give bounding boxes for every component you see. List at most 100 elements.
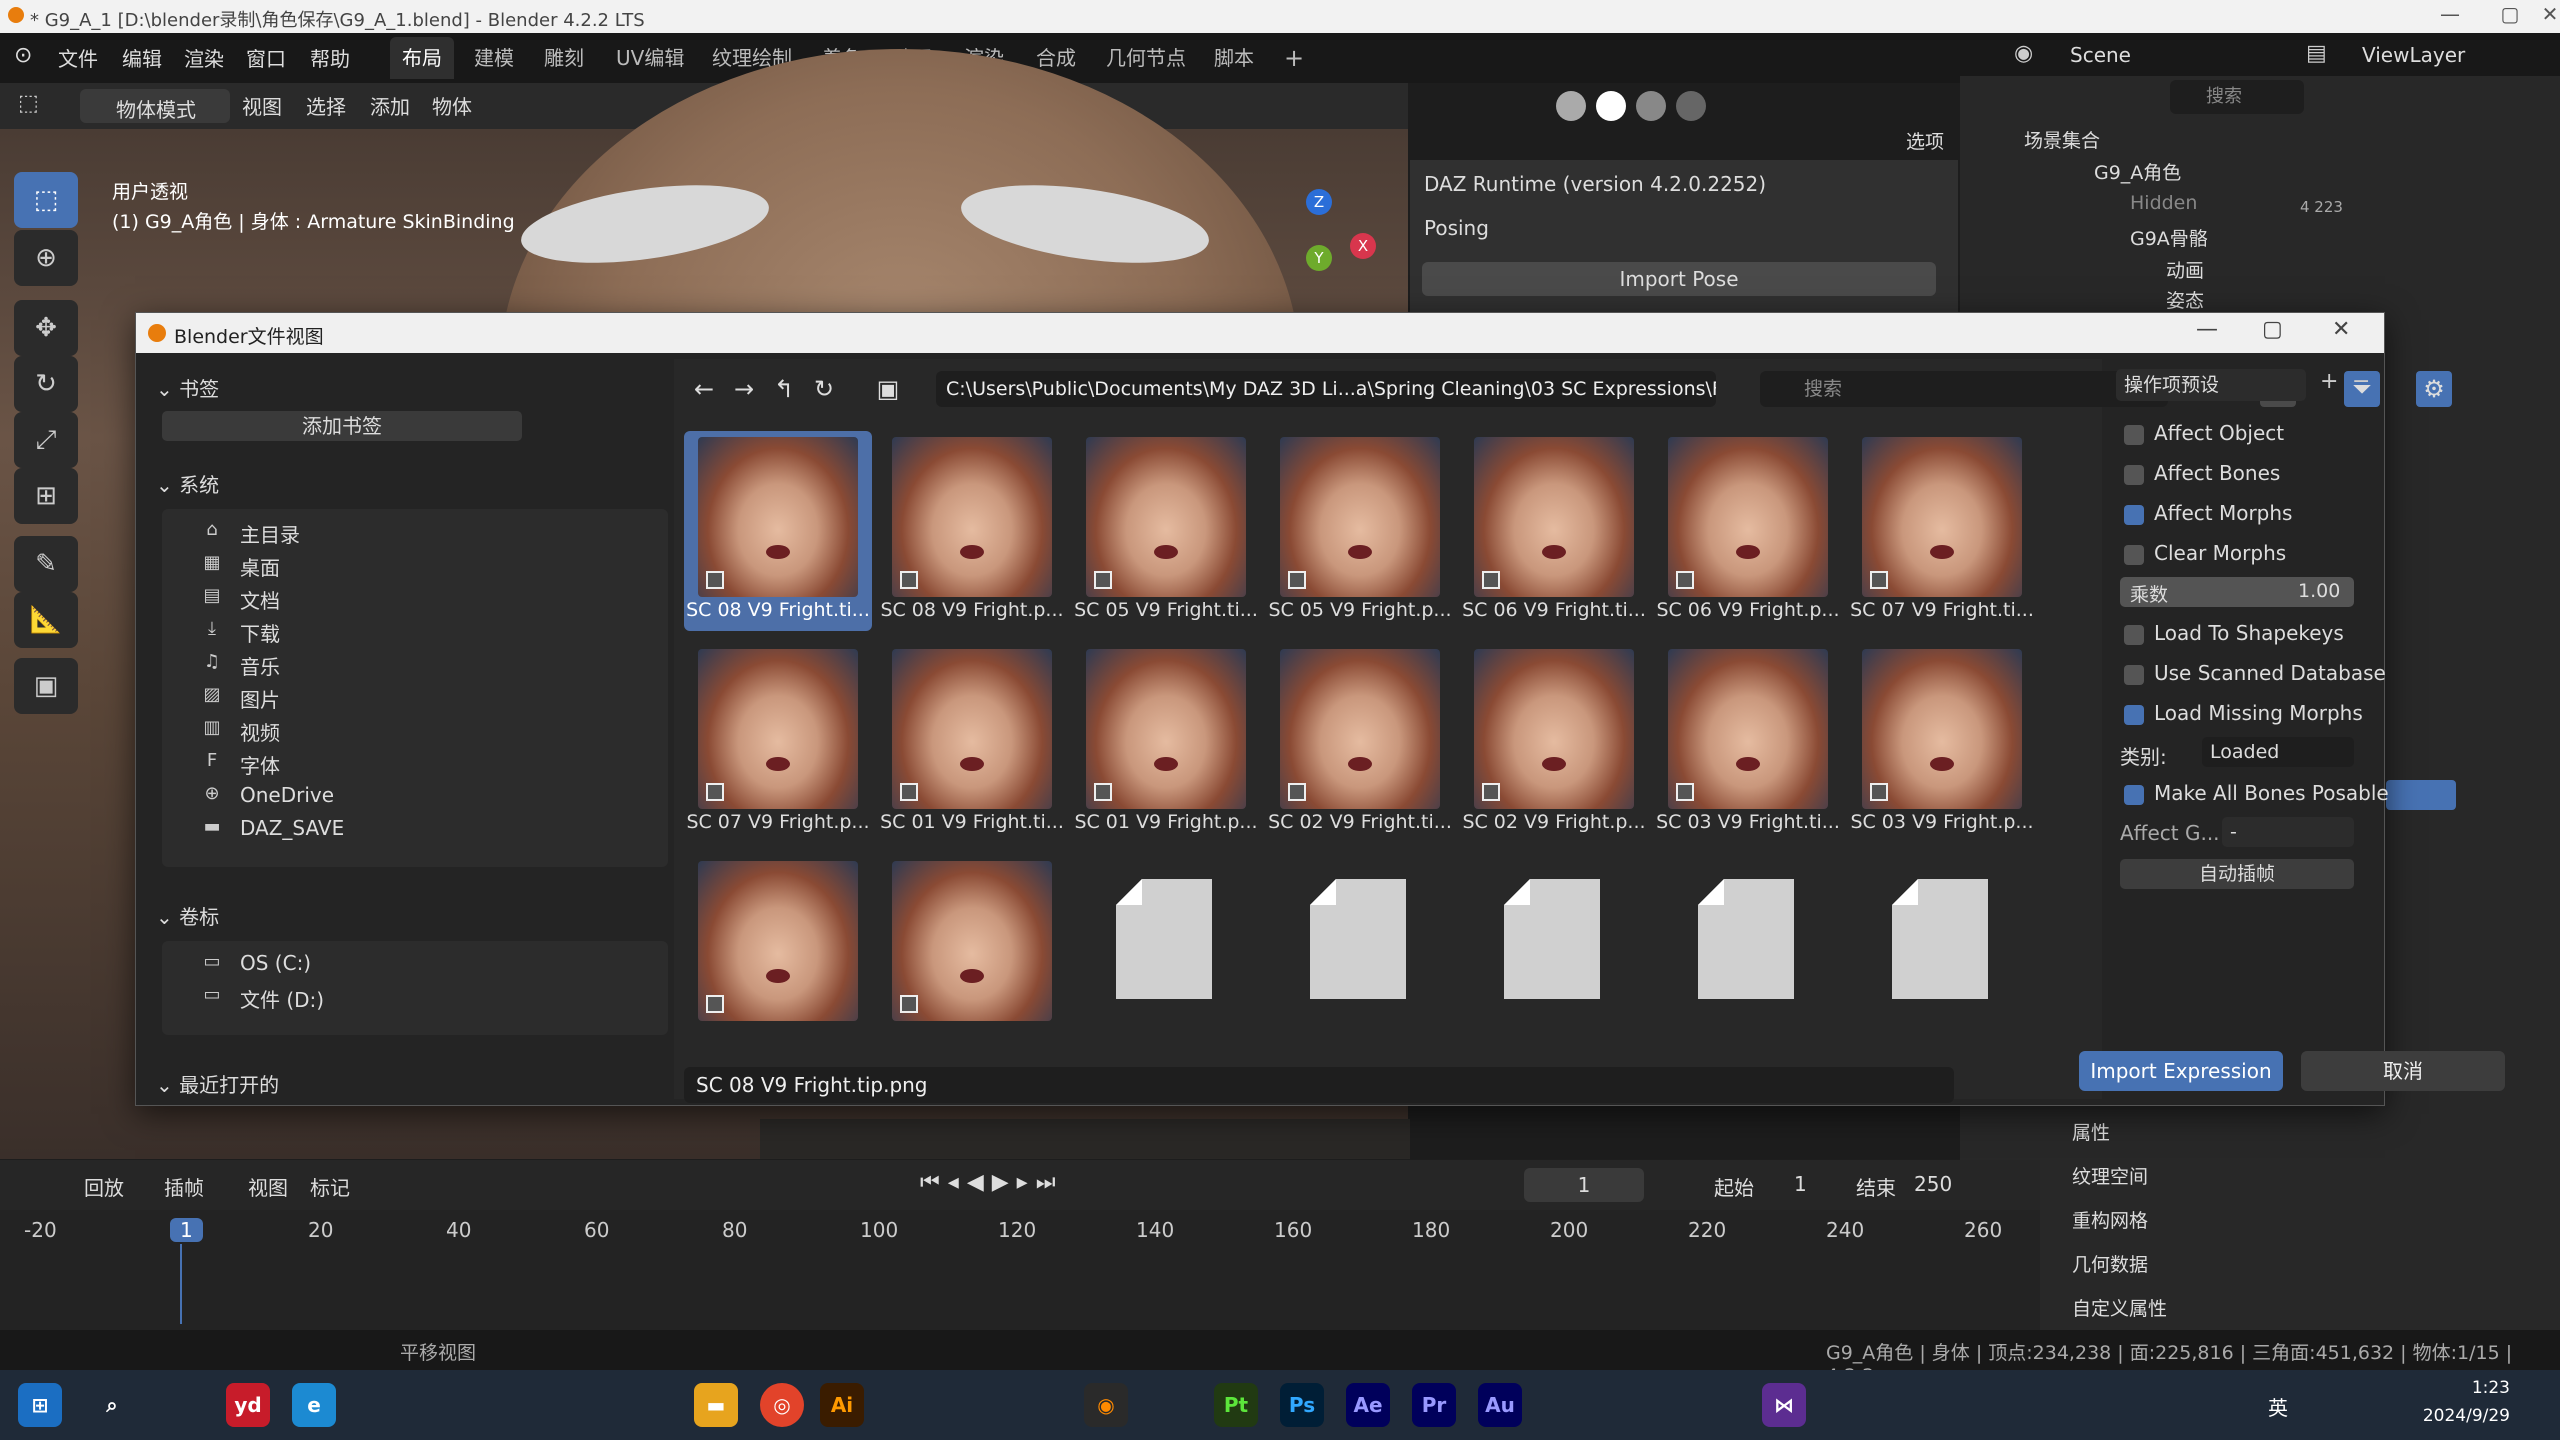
menu-edit[interactable]: 编辑 (122, 43, 162, 72)
navigation-gizmo[interactable]: Z Y X (1260, 179, 1380, 299)
visual-studio-icon[interactable]: ⋈ (1762, 1383, 1806, 1427)
settings-gear-icon[interactable]: ⚙ (2416, 371, 2452, 407)
timeline-ruler[interactable]: -20 1 20 40 60 80 100 120 140 160 180 200 220 240 260 (0, 1210, 2040, 1330)
place-daz-save[interactable]: DAZ_SAVE (240, 816, 344, 840)
props-section-geometry-data[interactable]: 几何数据 (2072, 1250, 2148, 1277)
forward-icon[interactable]: → (726, 371, 762, 407)
props-section-texture-space[interactable]: 纹理空间 (2072, 1162, 2148, 1189)
outliner-item-g9a[interactable]: G9_A角色 (2094, 158, 2181, 185)
search-icon[interactable]: ⌕ (90, 1383, 134, 1427)
props-section-attributes[interactable]: 属性 (2072, 1118, 2110, 1145)
blender-taskbar-icon[interactable]: ◉ (1084, 1383, 1128, 1427)
volume-c[interactable]: OS (C:) (240, 951, 311, 975)
import-pose-button[interactable]: Import Pose (1422, 262, 1936, 296)
tab-scripting[interactable]: 脚本 (1202, 37, 1266, 79)
recent-header[interactable]: ⌄ 最近打开的 (156, 1069, 279, 1098)
add-cube-tool-icon[interactable]: ▣ (14, 658, 78, 714)
app-youdao-icon[interactable]: yd (226, 1383, 270, 1427)
file-thumbnail[interactable] (1654, 855, 1842, 1055)
audition-icon[interactable]: Au (1478, 1383, 1522, 1427)
use-scanned-db-checkbox[interactable] (2124, 665, 2144, 685)
place-fonts[interactable]: 字体 (240, 750, 280, 779)
minimize-button[interactable]: — (2420, 2, 2480, 32)
menu-object[interactable]: 物体 (432, 91, 472, 120)
file-thumbnail[interactable] (878, 855, 1066, 1055)
viewlayer-name[interactable]: ViewLayer (2362, 43, 2465, 67)
blender-menu-icon[interactable]: ⊙ (14, 43, 42, 71)
rotate-tool-icon[interactable]: ↻ (14, 356, 78, 412)
auto-keying-toggle[interactable]: 自动插帧 (2120, 859, 2354, 889)
outliner-item-hidden[interactable]: Hidden (2130, 192, 2197, 214)
outliner-item-animation[interactable]: 动画 (2166, 256, 2204, 283)
painter-icon[interactable]: Pt (1214, 1383, 1258, 1427)
props-value-field[interactable] (2386, 780, 2456, 810)
file-thumbnail[interactable]: SC 03 V9 Fright.p... (1848, 643, 2036, 843)
gizmo-x-icon[interactable]: X (1350, 233, 1376, 259)
menu-help[interactable]: 帮助 (310, 43, 350, 72)
file-thumbnail[interactable]: SC 06 V9 Fright.p... (1654, 431, 1842, 631)
system-header[interactable]: ⌄ 系统 (156, 469, 219, 498)
start-menu-icon[interactable]: ⊞ (18, 1383, 62, 1427)
place-downloads[interactable]: 下载 (240, 618, 280, 647)
menu-file[interactable]: 文件 (58, 43, 98, 72)
load-missing-morphs-checkbox[interactable] (2124, 705, 2144, 725)
file-thumbnail[interactable]: SC 05 V9 Fright.p... (1266, 431, 1454, 631)
tab-geometry-nodes[interactable]: 几何节点 (1094, 37, 1198, 79)
affect-g-dropdown[interactable]: - (2222, 817, 2354, 847)
file-thumbnail[interactable]: SC 02 V9 Fright.p... (1460, 643, 1648, 843)
clock-time[interactable]: 1:23 (2440, 1378, 2510, 1398)
place-desktop[interactable]: 桌面 (240, 552, 280, 581)
menu-render[interactable]: 渲染 (184, 43, 224, 72)
outliner-scene-collection[interactable]: 场景集合 (2024, 126, 2100, 153)
volumes-header[interactable]: ⌄ 卷标 (156, 901, 219, 930)
annotate-tool-icon[interactable]: ✎ (14, 536, 78, 592)
ime-indicator[interactable]: 英 (2268, 1392, 2288, 1421)
playback-controls[interactable]: ⏮◂◀▶▸⏭ (920, 1170, 1064, 1195)
place-music[interactable]: 音乐 (240, 651, 280, 680)
menu-add[interactable]: 添加 (370, 91, 410, 120)
gizmo-z-icon[interactable]: Z (1306, 189, 1332, 215)
editor-type-icon[interactable]: ⬚ (18, 91, 54, 121)
make-bones-posable-checkbox[interactable] (2124, 785, 2144, 805)
timeline-menu-view[interactable]: 视图 (248, 1172, 288, 1201)
directory-path-field[interactable]: C:\Users\Public\Documents\My DAZ 3D Li..… (936, 371, 1716, 407)
mode-selector[interactable]: 物体模式 (80, 89, 230, 123)
load-shapekeys-checkbox[interactable] (2124, 625, 2144, 645)
file-thumbnail[interactable] (684, 855, 872, 1055)
file-thumbnail[interactable] (1460, 855, 1648, 1055)
select-box-tool-icon[interactable]: ⬚ (14, 172, 78, 228)
file-thumbnail[interactable]: SC 08 V9 Fright.ti... (684, 431, 872, 631)
scene-name[interactable]: Scene (2070, 43, 2131, 67)
end-frame-value[interactable]: 250 (1914, 1172, 1952, 1196)
file-thumbnail[interactable] (1072, 855, 1260, 1055)
filename-field[interactable]: SC 08 V9 Fright.tip.png (684, 1067, 1954, 1103)
timeline-menu-playback[interactable]: 回放 (84, 1172, 124, 1201)
refresh-icon[interactable]: ↻ (806, 371, 842, 407)
scale-tool-icon[interactable]: ⤢ (14, 412, 78, 468)
place-documents[interactable]: 文档 (240, 585, 280, 614)
photoshop-icon[interactable]: Ps (1280, 1383, 1324, 1427)
volume-d[interactable]: 文件 (D:) (240, 984, 324, 1013)
cancel-button[interactable]: 取消 (2301, 1051, 2505, 1091)
outliner-item-rig[interactable]: G9A骨骼 (2130, 224, 2208, 251)
new-folder-icon[interactable]: ▣ (870, 371, 906, 407)
posing-header[interactable]: Posing (1424, 216, 1489, 240)
parent-dir-icon[interactable]: ↰ (766, 371, 802, 407)
place-home[interactable]: 主目录 (240, 519, 300, 548)
premiere-icon[interactable]: Pr (1412, 1383, 1456, 1427)
place-videos[interactable]: 视频 (240, 717, 280, 746)
file-thumbnail[interactable]: SC 07 V9 Fright.p... (684, 643, 872, 843)
bookmarks-header[interactable]: ⌄ 书签 (156, 373, 219, 402)
rendered-shading-icon[interactable] (1676, 91, 1706, 121)
measure-tool-icon[interactable]: 📐 (14, 592, 78, 648)
menu-view[interactable]: 视图 (242, 91, 282, 120)
illustrator-icon[interactable]: Ai (820, 1383, 864, 1427)
file-thumbnail[interactable]: SC 01 V9 Fright.ti... (878, 643, 1066, 843)
file-thumbnail[interactable] (1848, 855, 2036, 1055)
clock-date[interactable]: 2024/9/29 (2400, 1406, 2510, 1426)
viewlayer-icon[interactable]: ▤ (2306, 41, 2336, 71)
category-field[interactable]: Loaded (2202, 737, 2354, 767)
outliner-search[interactable]: 搜索 (2170, 80, 2304, 114)
gizmo-y-icon[interactable]: Y (1306, 245, 1332, 271)
place-pictures[interactable]: 图片 (240, 684, 280, 713)
